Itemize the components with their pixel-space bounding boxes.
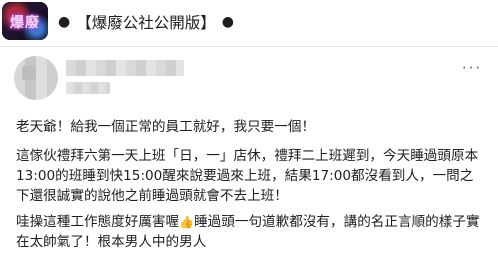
post-body: 老天爺！給我一個正常的員工就好，我只要一個！ 這傢伙禮拜六第一天上班「日，一」店… <box>16 117 484 258</box>
poster-avatar[interactable] <box>14 56 58 100</box>
title-bullet-end-icon: ● <box>221 14 234 30</box>
post-paragraph-2: 這傢伙禮拜六第一天上班「日，一」店休，禮拜二上班遲到，今天睡過頭原本13:00的… <box>16 148 479 204</box>
post-paragraph-1: 老天爺！給我一個正常的員工就好，我只要一個！ <box>16 119 316 135</box>
thumbs-up-icon: 👍 <box>179 215 195 229</box>
group-avatar-logo-text: 爆廢 <box>10 15 40 31</box>
poster-name-redacted[interactable] <box>66 60 184 76</box>
group-header: 爆廢 ● 【爆廢公社公開版】 ● <box>0 0 498 46</box>
header-divider <box>0 46 498 47</box>
group-avatar[interactable]: 爆廢 <box>2 2 48 40</box>
group-title-row[interactable]: ● 【爆廢公社公開版】 ● <box>58 10 234 34</box>
post-paragraph-3-start: 哇操這種工作態度好厲害喔 <box>16 214 180 230</box>
title-bullet-icon: ● <box>58 14 71 30</box>
more-options-button[interactable]: ··· <box>454 58 490 78</box>
post-paragraph-3: 哇操這種工作態度好厲害喔👍睡過頭一句道歉都沒有，講的名正言順的樣子實在太帥氣了！… <box>16 212 484 252</box>
post-meta-redacted[interactable] <box>66 82 110 94</box>
group-title[interactable]: 【爆廢公社公開版】 <box>76 11 216 33</box>
